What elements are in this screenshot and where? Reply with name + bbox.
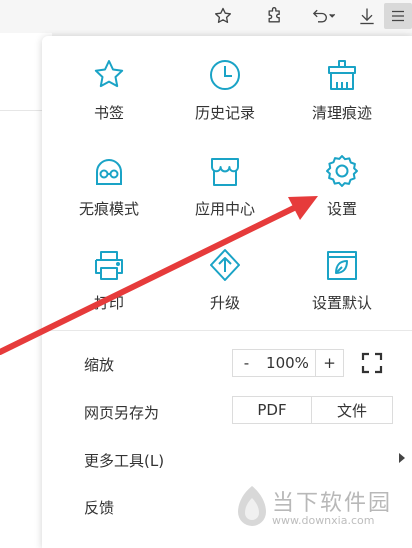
undo-icon[interactable] [308,3,338,29]
menu-item-clear-traces[interactable]: 清理痕迹 [287,58,397,138]
feedback-item[interactable]: 反馈 [84,497,114,518]
submenu-arrow-icon [397,449,407,468]
clock-icon [210,60,240,90]
save-as-pdf-button[interactable]: PDF [232,396,312,424]
menu-item-set-default[interactable]: 设置默认 [287,248,397,328]
menu-item-label: 书签 [93,104,124,122]
star-icon [94,60,124,88]
menu-item-label: 历史记录 [194,104,255,122]
menu-item-upgrade[interactable]: 升级 [170,248,280,328]
menu-divider [42,330,412,331]
default-browser-icon [327,251,357,280]
menu-item-label: 清理痕迹 [311,104,372,122]
download-icon[interactable] [354,3,380,29]
menu-item-app-center[interactable]: 应用中心 [170,154,280,234]
browser-main-menu: 书签 历史记录 清理痕迹 无痕模式 应用中心 设置 打印 升级 设置默认 缩放 … [42,36,412,548]
zoom-out-button[interactable]: - [232,349,261,377]
menu-item-label: 升级 [209,294,240,312]
star-icon[interactable] [210,3,236,29]
menu-item-print[interactable]: 打印 [54,248,164,328]
menu-item-label: 设置 [326,200,357,218]
menu-item-label: 无痕模式 [78,200,139,218]
menu-item-history[interactable]: 历史记录 [170,58,280,138]
broom-icon [328,60,356,90]
menu-icon[interactable] [384,3,412,29]
extension-icon[interactable] [262,3,288,29]
menu-item-label: 应用中心 [194,200,255,218]
store-icon [211,158,239,186]
menu-item-settings[interactable]: 设置 [287,154,397,234]
menu-item-incognito[interactable]: 无痕模式 [54,154,164,234]
printer-icon [95,251,123,280]
zoom-label: 缩放 [84,356,115,374]
incognito-icon [96,159,122,185]
divider [0,110,45,111]
gear-icon [326,155,358,187]
save-as-file-button[interactable]: 文件 [311,396,393,424]
zoom-level: 100% [260,349,315,377]
watermark-url: www.downxia.com [272,514,375,527]
watermark-text: 当下软件园 [272,491,393,516]
more-tools-item[interactable]: 更多工具(L) [84,450,164,471]
menu-item-bookmarks[interactable]: 书签 [54,58,164,138]
browser-window: 书签 历史记录 清理痕迹 无痕模式 应用中心 设置 打印 升级 设置默认 缩放 … [0,0,412,548]
zoom-in-button[interactable]: + [315,349,344,377]
upgrade-icon [210,249,240,281]
menu-item-label: 设置默认 [311,294,372,312]
menu-item-label: 打印 [93,294,124,312]
browser-toolbar [0,0,412,33]
save-page-as-label: 网页另存为 [84,404,160,422]
watermark-logo-icon [238,486,266,526]
fullscreen-icon[interactable] [360,351,384,375]
